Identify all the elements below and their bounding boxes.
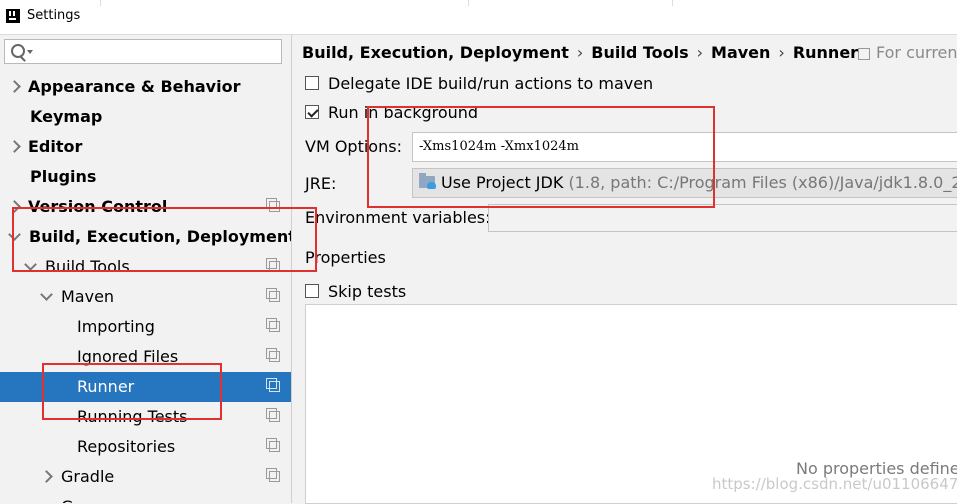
background-window-edge (672, 0, 673, 6)
project-scope-icon (266, 318, 280, 332)
breadcrumb-separator: › (696, 43, 704, 62)
annotation-highlight-box (367, 106, 715, 208)
search-history-dropdown-icon[interactable] (27, 50, 33, 54)
skip-tests-checkbox[interactable] (305, 284, 319, 298)
background-window-edge (100, 0, 101, 6)
sidebar-item-maven[interactable]: Maven (0, 282, 291, 312)
settings-search-input[interactable] (4, 39, 282, 64)
sidebar-item-gradle[interactable]: Gradle (0, 462, 291, 492)
breadcrumb-separator: › (576, 43, 584, 62)
project-scope-icon (266, 468, 280, 482)
breadcrumb-item: Build Tools (591, 43, 689, 62)
chevron-right-icon[interactable] (40, 470, 53, 483)
sidebar-item-editor[interactable]: Editor (0, 132, 291, 162)
sidebar-item-label: Repositories (77, 437, 176, 456)
sidebar-item-label: Gr... (61, 492, 94, 503)
project-scope-icon (858, 47, 870, 60)
skip-tests-label: Skip tests (328, 282, 407, 301)
watermark: https://blog.csdn.net/u011066470 (712, 475, 957, 493)
sidebar-item-keymap[interactable]: Keymap (0, 102, 291, 132)
sidebar-item-label: Maven (61, 287, 115, 306)
sidebar-item-label: Gradle (61, 467, 115, 486)
chevron-right-icon[interactable] (8, 80, 21, 93)
sidebar-item-label: Appearance & Behavior (28, 77, 241, 96)
delegate-to-maven-label: Delegate IDE build/run actions to maven (328, 74, 654, 93)
chevron-right-icon[interactable] (8, 140, 21, 153)
sidebar-item-label: Plugins (30, 167, 97, 186)
project-scope-icon (266, 438, 280, 452)
sidebar-item-label: Editor (28, 137, 83, 156)
project-scope-icon (266, 378, 280, 392)
sidebar-item-plugins[interactable]: Plugins (0, 162, 291, 192)
project-scope-icon (266, 348, 280, 362)
window-title: Settings (27, 8, 81, 23)
scope-note-label: For current (876, 43, 957, 62)
environment-variables-field[interactable] (488, 204, 957, 232)
chevron-down-icon[interactable] (40, 288, 53, 301)
jre-label: JRE: (305, 174, 337, 193)
search-icon[interactable] (11, 44, 25, 58)
annotation-highlight-box (12, 207, 317, 272)
delegate-to-maven-checkbox[interactable] (305, 76, 319, 90)
breadcrumb: Build, Execution, Deployment › Build Tools… (302, 43, 858, 62)
background-window-edge (468, 0, 469, 6)
sidebar-item-repositories[interactable]: Repositories (0, 432, 291, 462)
sidebar-item-importing[interactable]: Importing (0, 312, 291, 342)
breadcrumb-item: Runner (792, 43, 859, 62)
project-scope-icon (266, 288, 280, 302)
breadcrumb-item: Maven (711, 43, 771, 62)
scope-note: For current (858, 43, 957, 62)
properties-table[interactable]: No properties defined (305, 304, 957, 504)
environment-variables-label: Environment variables: (305, 208, 491, 227)
run-in-background-checkbox[interactable] (305, 105, 319, 119)
sidebar-item-label: Importing (77, 317, 155, 336)
project-scope-icon (266, 408, 280, 422)
sidebar-item-appearance-behavior[interactable]: Appearance & Behavior (0, 72, 291, 102)
sidebar-item-gr[interactable]: Gr... (0, 492, 291, 503)
breadcrumb-separator: › (778, 43, 785, 62)
intellij-app-icon (6, 9, 20, 23)
properties-label: Properties (305, 248, 386, 267)
sidebar-item-label: Keymap (30, 107, 103, 126)
annotation-highlight-box (42, 363, 222, 420)
breadcrumb-item: Build, Execution, Deployment (302, 43, 569, 62)
window-titlebar: Settings (0, 0, 957, 35)
